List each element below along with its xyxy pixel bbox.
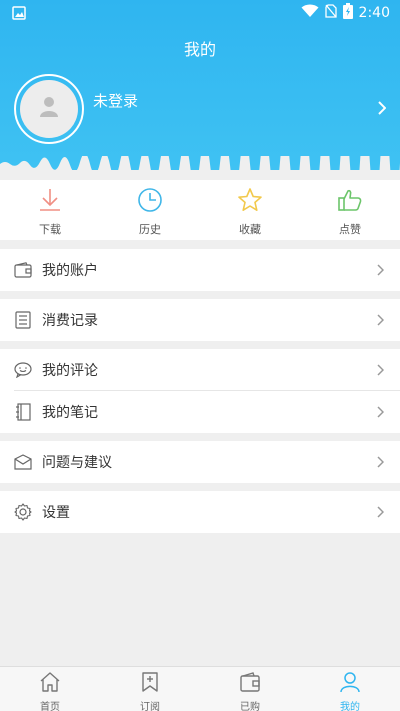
- gallery-notification-icon: [12, 5, 26, 24]
- wallet-icon: [14, 261, 32, 279]
- quick-action-label: 点赞: [339, 223, 361, 236]
- quick-action-favorites[interactable]: 收藏: [200, 180, 300, 240]
- quick-actions: 下载 历史 收藏 点赞: [0, 180, 400, 240]
- tab-home[interactable]: 首页: [0, 667, 100, 711]
- chevron-right-icon: [377, 311, 385, 330]
- menu-item-records[interactable]: 消费记录: [0, 299, 400, 341]
- chevron-right-icon: [377, 503, 385, 522]
- quick-action-label: 历史: [139, 223, 161, 236]
- quick-action-likes[interactable]: 点赞: [300, 180, 400, 240]
- mail-icon: [14, 453, 32, 471]
- menu-item-label: 我的账户: [42, 263, 98, 279]
- bottom-tab-bar: 首页 订阅 已购 我的: [0, 666, 400, 711]
- menu-item-label: 设置: [42, 505, 70, 521]
- tab-mine[interactable]: 我的: [300, 667, 400, 711]
- tab-subscribe[interactable]: 订阅: [100, 667, 200, 711]
- tab-label: 首页: [40, 702, 60, 711]
- clock-icon: [137, 187, 163, 217]
- quick-action-label: 收藏: [239, 223, 261, 236]
- quick-action-label: 下载: [39, 223, 61, 236]
- menu-item-label: 消费记录: [42, 313, 98, 329]
- menu-item-account[interactable]: 我的账户: [0, 249, 400, 291]
- chevron-right-icon[interactable]: [378, 100, 387, 119]
- menu-item-notes[interactable]: 我的笔记: [0, 391, 400, 433]
- tab-label: 已购: [240, 702, 260, 711]
- chevron-right-icon: [377, 361, 385, 380]
- comment-smile-icon: [14, 361, 32, 379]
- download-icon: [37, 187, 63, 217]
- login-link[interactable]: 未登录: [93, 90, 138, 111]
- thumbs-up-icon: [337, 187, 363, 217]
- home-icon: [39, 671, 61, 697]
- menu-item-settings[interactable]: 设置: [0, 491, 400, 533]
- user-placeholder-icon: [40, 96, 58, 122]
- tab-purchased[interactable]: 已购: [200, 667, 300, 711]
- status-bar: 2:40: [0, 0, 400, 24]
- no-sim-icon: [324, 4, 337, 22]
- receipt-list-icon: [14, 311, 32, 329]
- wave-divider: [0, 156, 400, 170]
- status-time: 2:40: [358, 5, 390, 21]
- chevron-right-icon: [377, 261, 385, 280]
- bookmark-plus-icon: [139, 671, 161, 697]
- tab-label: 我的: [340, 702, 360, 711]
- menu-item-label: 我的评论: [42, 363, 98, 379]
- user-icon: [339, 671, 361, 697]
- chevron-right-icon: [377, 403, 385, 422]
- wifi-icon: [301, 4, 319, 22]
- quick-action-history[interactable]: 历史: [100, 180, 200, 240]
- menu-item-label: 问题与建议: [42, 455, 112, 471]
- star-icon: [237, 187, 263, 217]
- quick-action-download[interactable]: 下载: [0, 180, 100, 240]
- menu-item-comments[interactable]: 我的评论: [0, 349, 400, 391]
- avatar[interactable]: [14, 74, 84, 144]
- chevron-right-icon: [377, 453, 385, 472]
- battery-charging-icon: [342, 3, 353, 23]
- gear-icon: [14, 503, 32, 521]
- page-title: 我的: [183, 40, 216, 59]
- notebook-icon: [14, 403, 32, 421]
- profile-header: 2:40 我的 未登录: [0, 0, 400, 170]
- menu-item-label: 我的笔记: [42, 405, 98, 421]
- tab-label: 订阅: [140, 702, 160, 711]
- menu-item-feedback[interactable]: 问题与建议: [0, 441, 400, 483]
- wallet-icon: [239, 671, 261, 697]
